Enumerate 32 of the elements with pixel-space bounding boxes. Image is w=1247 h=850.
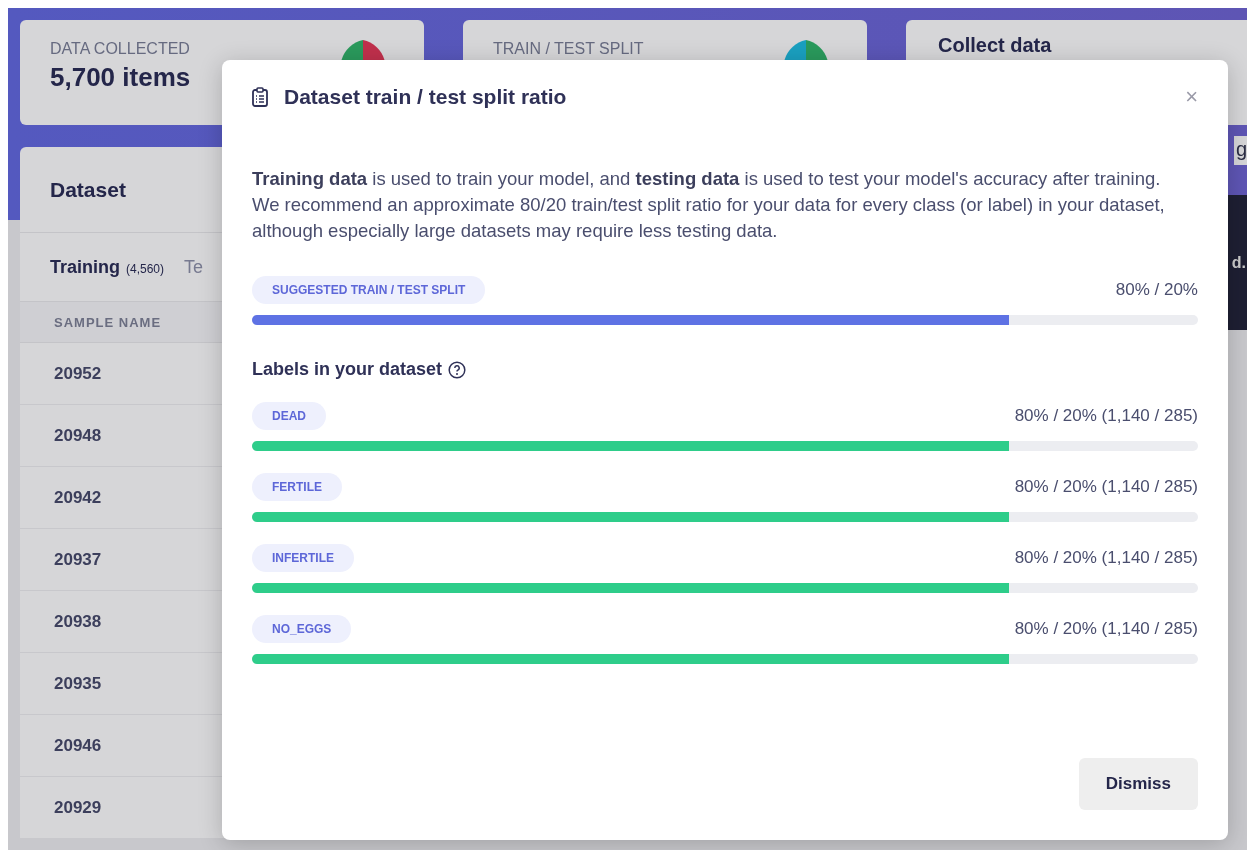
table-cell: 20952 — [54, 363, 102, 384]
section-heading: Labels in your dataset — [252, 359, 443, 380]
table-cell: 20942 — [54, 487, 102, 508]
intro-paragraph: Training data is used to train your model, and testing data is used to test your model's accuracy after training. We recommend an approximate 80/20 train/test split ratio for your data for every class (or label) in your dataset, although especially large datasets may require less testing data. — [252, 167, 1166, 243]
split-reading: 80% / 20% — [1115, 280, 1198, 300]
split-reading: 80% / 20% (1,140 / 285) — [1014, 406, 1198, 426]
split-badge: SUGGESTED TRAIN / TEST SPLIT — [252, 276, 486, 304]
stat-label: TRAIN / TEST SPLIT — [493, 40, 644, 58]
column-header: SAMPLE NAME — [54, 314, 162, 330]
label-badge: INFERTILE — [252, 544, 354, 572]
stat-label: DATA COLLECTED — [50, 40, 191, 58]
help-icon — [448, 360, 467, 379]
label-badge: NO_EGGS — [252, 615, 352, 643]
table-cell: 20929 — [54, 797, 102, 818]
label-badge: DEAD — [252, 402, 326, 430]
clipboard-icon — [252, 87, 268, 107]
card-title: Collect data — [938, 34, 1052, 56]
table-cell: 20946 — [54, 735, 102, 756]
text-fragment: d. — [1231, 253, 1246, 272]
table-cell: 20948 — [54, 425, 102, 446]
tab[interactable]: Training (4,560) — [50, 256, 165, 278]
label-badge: FERTILE — [252, 473, 342, 501]
table-cell: 20935 — [54, 673, 102, 694]
dismiss-button[interactable]: Dismiss — [1078, 758, 1198, 810]
panel-title: Dataset — [50, 177, 126, 202]
table-cell: 20937 — [54, 549, 102, 570]
split-reading: 80% / 20% (1,140 / 285) — [1014, 548, 1198, 568]
table-cell: 20938 — [54, 611, 102, 632]
split-reading: 80% / 20% (1,140 / 285) — [1014, 477, 1198, 497]
modal-title: Dataset train / test split ratio — [284, 85, 568, 109]
split-reading: 80% / 20% (1,140 / 285) — [1014, 619, 1198, 639]
stat-value: 5,700 items — [50, 62, 191, 93]
